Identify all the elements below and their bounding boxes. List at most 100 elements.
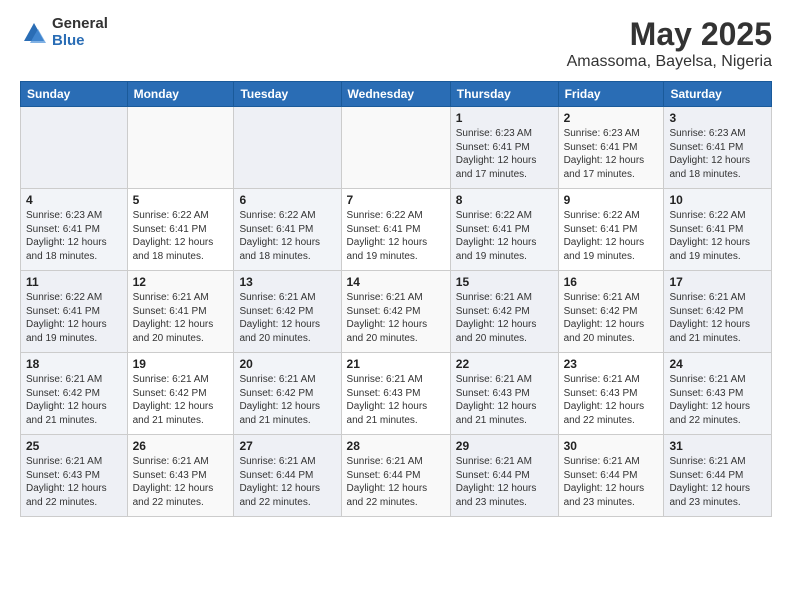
calendar-cell bbox=[127, 107, 234, 189]
day-info: Sunrise: 6:21 AM Sunset: 6:42 PM Dayligh… bbox=[564, 291, 659, 345]
day-number: 25 bbox=[26, 439, 122, 453]
calendar-cell bbox=[21, 107, 128, 189]
day-info: Sunrise: 6:21 AM Sunset: 6:43 PM Dayligh… bbox=[456, 373, 553, 427]
week-row-1: 1Sunrise: 6:23 AM Sunset: 6:41 PM Daylig… bbox=[21, 107, 772, 189]
day-info: Sunrise: 6:22 AM Sunset: 6:41 PM Dayligh… bbox=[669, 209, 766, 263]
calendar-cell: 21 Sunrise: 6:21 AM Sunset: 6:43 PM Dayli… bbox=[341, 353, 450, 435]
day-number: 15 bbox=[456, 275, 553, 289]
day-number: 12 bbox=[133, 275, 229, 289]
day-info: Sunrise: 6:21 AM Sunset: 6:42 PM Dayligh… bbox=[239, 291, 335, 345]
day-number: 24 bbox=[669, 357, 766, 371]
day-info: Sunrise: 6:21 AM Sunset: 6:42 PM Dayligh… bbox=[347, 291, 445, 345]
calendar-cell: 31 Sunrise: 6:21 AM Sunset: 6:44 PM Dayli… bbox=[664, 435, 772, 517]
calendar-cell: 9Sunrise: 6:22 AM Sunset: 6:41 PM Daylig… bbox=[558, 189, 664, 271]
day-number: 3 bbox=[669, 111, 766, 125]
page: General Blue May 2025 Amassoma, Bayelsa,… bbox=[0, 0, 792, 612]
day-info: Sunrise: 6:21 AM Sunset: 6:42 PM Dayligh… bbox=[26, 373, 122, 427]
calendar-header: SundayMondayTuesdayWednesdayThursdayFrid… bbox=[21, 82, 772, 107]
day-info: Sunrise: 6:21 AM Sunset: 6:43 PM Dayligh… bbox=[26, 455, 122, 509]
day-number: 13 bbox=[239, 275, 335, 289]
day-number: 8 bbox=[456, 193, 553, 207]
day-number: 30 bbox=[564, 439, 659, 453]
calendar-cell: 18Sunrise: 6:21 AM Sunset: 6:42 PM Dayli… bbox=[21, 353, 128, 435]
day-info: Sunrise: 6:23 AM Sunset: 6:41 PM Dayligh… bbox=[564, 127, 659, 181]
day-number: 27 bbox=[239, 439, 335, 453]
day-number: 10 bbox=[669, 193, 766, 207]
day-number: 16 bbox=[564, 275, 659, 289]
day-number: 5 bbox=[133, 193, 229, 207]
day-header-saturday: Saturday bbox=[664, 82, 772, 107]
day-info: Sunrise: 6:22 AM Sunset: 6:41 PM Dayligh… bbox=[133, 209, 229, 263]
calendar-cell: 14 Sunrise: 6:21 AM Sunset: 6:42 PM Dayli… bbox=[341, 271, 450, 353]
day-number: 31 bbox=[669, 439, 766, 453]
calendar-cell: 26 Sunrise: 6:21 AM Sunset: 6:43 PM Dayli… bbox=[127, 435, 234, 517]
calendar-cell: 6 Sunrise: 6:22 AM Sunset: 6:41 PM Daylig… bbox=[234, 189, 341, 271]
calendar-cell: 4 Sunrise: 6:23 AM Sunset: 6:41 PM Daylig… bbox=[21, 189, 128, 271]
day-info: Sunrise: 6:22 AM Sunset: 6:41 PM Dayligh… bbox=[239, 209, 335, 263]
day-header-friday: Friday bbox=[558, 82, 664, 107]
logo-icon bbox=[20, 19, 48, 47]
day-header-monday: Monday bbox=[127, 82, 234, 107]
day-number: 28 bbox=[347, 439, 445, 453]
day-number: 7 bbox=[347, 193, 445, 207]
day-header-tuesday: Tuesday bbox=[234, 82, 341, 107]
day-header-thursday: Thursday bbox=[450, 82, 558, 107]
day-header-sunday: Sunday bbox=[21, 82, 128, 107]
header: General Blue May 2025 Amassoma, Bayelsa,… bbox=[20, 16, 772, 71]
day-info: Sunrise: 6:21 AM Sunset: 6:43 PM Dayligh… bbox=[564, 373, 659, 427]
calendar-cell: 17Sunrise: 6:21 AM Sunset: 6:42 PM Dayli… bbox=[664, 271, 772, 353]
calendar-cell: 22 Sunrise: 6:21 AM Sunset: 6:43 PM Dayli… bbox=[450, 353, 558, 435]
day-info: Sunrise: 6:21 AM Sunset: 6:41 PM Dayligh… bbox=[133, 291, 229, 345]
day-number: 22 bbox=[456, 357, 553, 371]
day-info: Sunrise: 6:22 AM Sunset: 6:41 PM Dayligh… bbox=[456, 209, 553, 263]
subtitle: Amassoma, Bayelsa, Nigeria bbox=[567, 53, 772, 71]
week-row-3: 11Sunrise: 6:22 AM Sunset: 6:41 PM Dayli… bbox=[21, 271, 772, 353]
day-info: Sunrise: 6:21 AM Sunset: 6:42 PM Dayligh… bbox=[239, 373, 335, 427]
calendar-cell: 20 Sunrise: 6:21 AM Sunset: 6:42 PM Dayli… bbox=[234, 353, 341, 435]
day-number: 4 bbox=[26, 193, 122, 207]
day-info: Sunrise: 6:21 AM Sunset: 6:44 PM Dayligh… bbox=[669, 455, 766, 509]
header-row: SundayMondayTuesdayWednesdayThursdayFrid… bbox=[21, 82, 772, 107]
calendar-cell: 27 Sunrise: 6:21 AM Sunset: 6:44 PM Dayli… bbox=[234, 435, 341, 517]
day-info: Sunrise: 6:21 AM Sunset: 6:42 PM Dayligh… bbox=[133, 373, 229, 427]
logo-blue-text: Blue bbox=[52, 33, 108, 50]
calendar-table: SundayMondayTuesdayWednesdayThursdayFrid… bbox=[20, 81, 772, 517]
logo-text: General Blue bbox=[52, 16, 108, 49]
calendar-cell: 28 Sunrise: 6:21 AM Sunset: 6:44 PM Dayli… bbox=[341, 435, 450, 517]
day-info: Sunrise: 6:21 AM Sunset: 6:43 PM Dayligh… bbox=[347, 373, 445, 427]
main-title: May 2025 bbox=[567, 16, 772, 53]
day-info: Sunrise: 6:21 AM Sunset: 6:43 PM Dayligh… bbox=[669, 373, 766, 427]
title-block: May 2025 Amassoma, Bayelsa, Nigeria bbox=[567, 16, 772, 71]
calendar-body: 1Sunrise: 6:23 AM Sunset: 6:41 PM Daylig… bbox=[21, 107, 772, 517]
calendar-cell: 24 Sunrise: 6:21 AM Sunset: 6:43 PM Dayli… bbox=[664, 353, 772, 435]
calendar-cell: 8 Sunrise: 6:22 AM Sunset: 6:41 PM Daylig… bbox=[450, 189, 558, 271]
day-number: 6 bbox=[239, 193, 335, 207]
calendar-cell: 16 Sunrise: 6:21 AM Sunset: 6:42 PM Dayli… bbox=[558, 271, 664, 353]
day-info: Sunrise: 6:21 AM Sunset: 6:44 PM Dayligh… bbox=[239, 455, 335, 509]
logo: General Blue bbox=[20, 16, 108, 49]
week-row-2: 4 Sunrise: 6:23 AM Sunset: 6:41 PM Daylig… bbox=[21, 189, 772, 271]
week-row-4: 18Sunrise: 6:21 AM Sunset: 6:42 PM Dayli… bbox=[21, 353, 772, 435]
day-info: Sunrise: 6:22 AM Sunset: 6:41 PM Dayligh… bbox=[564, 209, 659, 263]
calendar-cell: 3Sunrise: 6:23 AM Sunset: 6:41 PM Daylig… bbox=[664, 107, 772, 189]
day-number: 14 bbox=[347, 275, 445, 289]
day-number: 21 bbox=[347, 357, 445, 371]
day-number: 26 bbox=[133, 439, 229, 453]
day-number: 20 bbox=[239, 357, 335, 371]
calendar-cell: 23Sunrise: 6:21 AM Sunset: 6:43 PM Dayli… bbox=[558, 353, 664, 435]
calendar-cell: 25 Sunrise: 6:21 AM Sunset: 6:43 PM Dayli… bbox=[21, 435, 128, 517]
calendar-cell: 10 Sunrise: 6:22 AM Sunset: 6:41 PM Dayli… bbox=[664, 189, 772, 271]
day-header-wednesday: Wednesday bbox=[341, 82, 450, 107]
calendar-cell bbox=[341, 107, 450, 189]
day-number: 17 bbox=[669, 275, 766, 289]
day-info: Sunrise: 6:21 AM Sunset: 6:44 PM Dayligh… bbox=[347, 455, 445, 509]
calendar-cell: 5 Sunrise: 6:22 AM Sunset: 6:41 PM Daylig… bbox=[127, 189, 234, 271]
day-info: Sunrise: 6:21 AM Sunset: 6:42 PM Dayligh… bbox=[456, 291, 553, 345]
calendar-cell: 7Sunrise: 6:22 AM Sunset: 6:41 PM Daylig… bbox=[341, 189, 450, 271]
calendar-cell: 1Sunrise: 6:23 AM Sunset: 6:41 PM Daylig… bbox=[450, 107, 558, 189]
calendar-cell: 13 Sunrise: 6:21 AM Sunset: 6:42 PM Dayli… bbox=[234, 271, 341, 353]
day-info: Sunrise: 6:21 AM Sunset: 6:43 PM Dayligh… bbox=[133, 455, 229, 509]
day-number: 2 bbox=[564, 111, 659, 125]
day-info: Sunrise: 6:23 AM Sunset: 6:41 PM Dayligh… bbox=[26, 209, 122, 263]
day-number: 19 bbox=[133, 357, 229, 371]
